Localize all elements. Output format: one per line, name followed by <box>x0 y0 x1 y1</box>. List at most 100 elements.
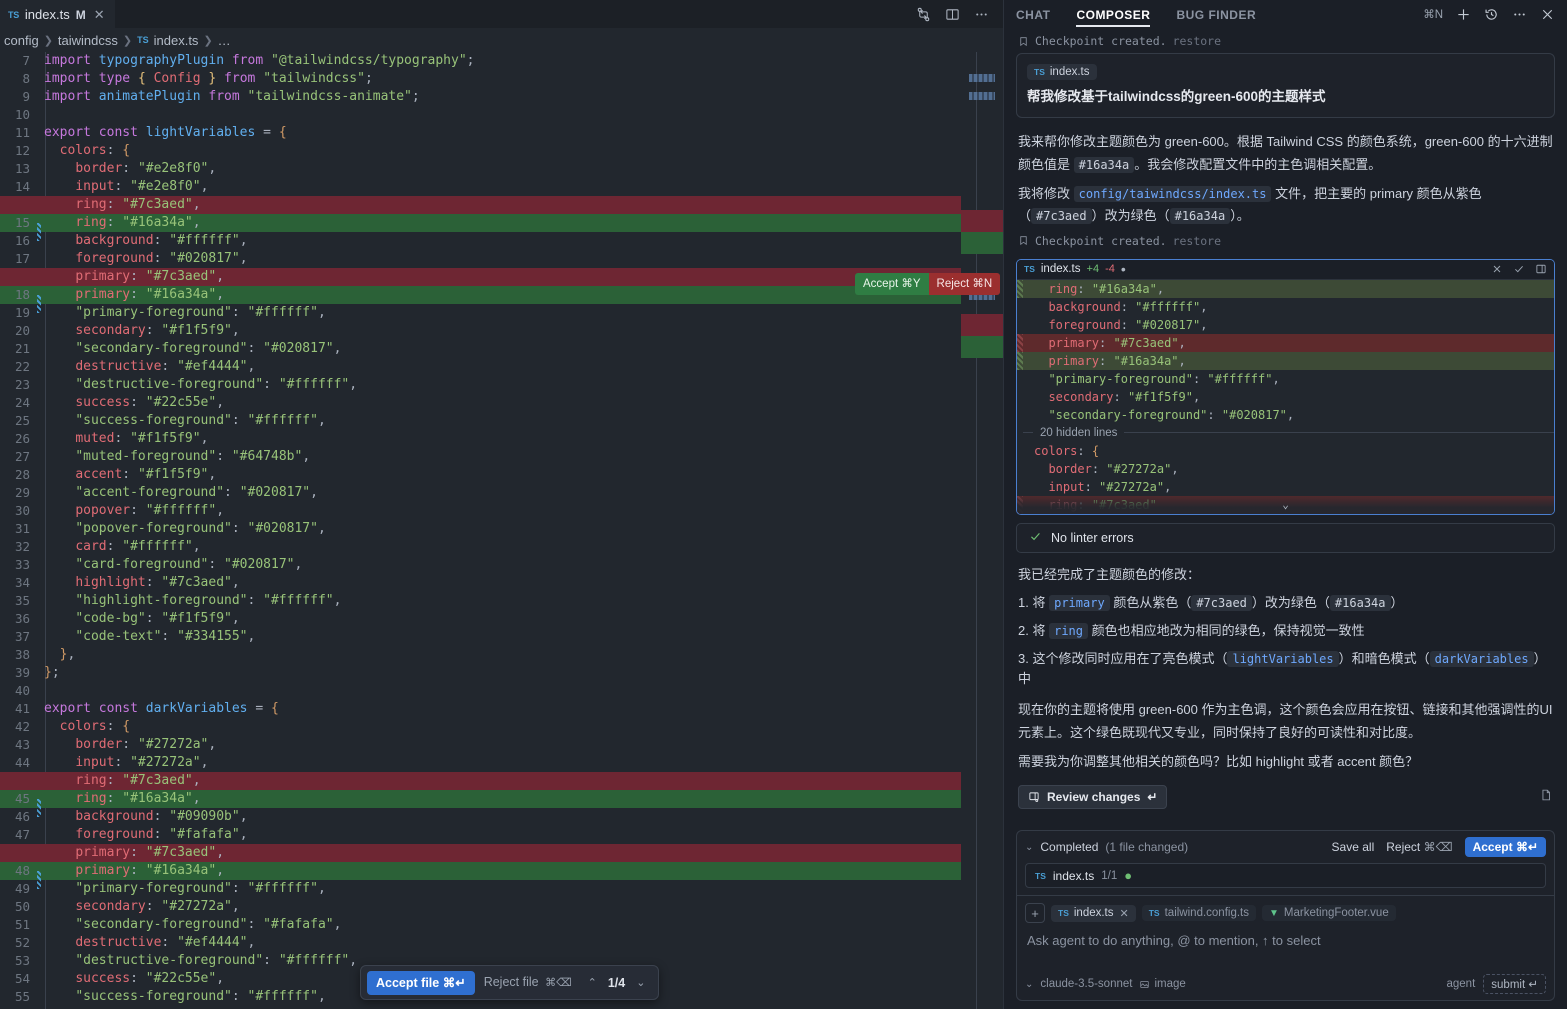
inline-code-hex-new: #16a34a <box>1329 595 1391 612</box>
agent-mode-label[interactable]: agent <box>1447 978 1476 990</box>
accept-file-button[interactable]: Accept file ⌘↵ <box>367 970 475 995</box>
editor-tab-index-ts[interactable]: TS index.ts M ✕ <box>0 0 115 28</box>
list-number: 3. <box>1018 650 1029 666</box>
close-icon[interactable]: ✕ <box>1120 907 1129 920</box>
line-number: 48 <box>14 863 30 878</box>
line-number: 11 <box>14 125 30 140</box>
code-line: 50 secondary: "#27272a", <box>0 898 1003 916</box>
assistant-text: ）。 <box>1230 208 1250 224</box>
hidden-lines-divider[interactable]: 20 hidden lines <box>1017 424 1554 442</box>
chip-label: index.ts <box>1073 907 1114 919</box>
reject-button[interactable]: Reject ⌘⌫ <box>1386 840 1452 854</box>
breadcrumb-item-more[interactable]: … <box>218 33 231 48</box>
context-chip-marketing-footer[interactable]: ▼ MarketingFooter.vue <box>1261 905 1396 921</box>
tab-composer[interactable]: COMPOSER <box>1076 2 1151 27</box>
line-number: 39 <box>14 665 30 680</box>
diff-lines[interactable]: ring: "#16a34a", background: "#ffffff", … <box>1017 279 1554 514</box>
diff-text: secondary: "#f1f5f9", <box>1048 389 1201 404</box>
copy-icon[interactable] <box>1539 788 1553 807</box>
code-line: primary: "#7c3aed", <box>0 844 1003 862</box>
check-icon[interactable] <box>1513 263 1525 275</box>
code-text: "secondary-foreground": "#020817", <box>75 341 342 356</box>
close-panel-icon[interactable] <box>1540 7 1555 22</box>
code-text: }; <box>44 665 60 680</box>
next-change-icon[interactable]: ⌄ <box>629 974 652 992</box>
code-editor[interactable]: 7 import typographyPlugin from "@tailwind… <box>0 52 1003 1009</box>
line-number: 37 <box>14 629 30 644</box>
assistant-text: ）改为绿色（ <box>1091 208 1170 224</box>
code-line: 49 "primary-foreground": "#ffffff", <box>0 880 1003 898</box>
inline-code-path[interactable]: config/taiwindcss/index.ts <box>1073 185 1272 202</box>
review-changes-button[interactable]: Review changes ↵ <box>1018 785 1168 810</box>
more-options-icon[interactable] <box>1512 7 1527 22</box>
summary-heading: 我已经完成了主题颜色的修改： <box>1018 566 1201 582</box>
minimap-block <box>969 92 995 100</box>
message-file-chip[interactable]: TS index.ts <box>1027 64 1097 80</box>
vue-file-icon: ▼ <box>1268 907 1279 919</box>
code-text: export const lightVariables = { <box>44 125 287 140</box>
checkpoint-1: Checkpoint created. restore <box>1016 28 1555 53</box>
breadcrumb-item-config[interactable]: config <box>4 33 39 48</box>
code-line: 31 "popover-foreground": "#020817", <box>0 520 1003 538</box>
split-diff-icon[interactable] <box>916 7 931 22</box>
image-attach-button[interactable]: image <box>1139 978 1186 990</box>
line-number: 9 <box>22 89 30 104</box>
breadcrumb-item-file[interactable]: index.ts <box>154 33 199 48</box>
code-text: input: "#e2e8f0", <box>75 179 209 194</box>
more-actions-icon[interactable] <box>974 7 989 22</box>
minimap[interactable] <box>961 52 1003 1009</box>
open-diff-icon[interactable] <box>1535 263 1547 275</box>
code-lines: 7 import typographyPlugin from "@tailwind… <box>0 52 1003 1006</box>
code-line: 11 export const lightVariables = { <box>0 124 1003 142</box>
save-all-button[interactable]: Save all <box>1332 840 1375 854</box>
model-selector[interactable]: claude-3.5-sonnet <box>1040 978 1132 990</box>
reject-file-button[interactable]: Reject file ⌘⌫ <box>475 970 581 995</box>
close-icon[interactable] <box>1491 263 1503 275</box>
minimap-added-marker <box>961 232 1003 254</box>
ts-file-icon: TS <box>137 35 149 45</box>
tab-chat[interactable]: CHAT <box>1016 2 1050 27</box>
add-context-button[interactable]: + <box>1025 903 1045 923</box>
inline-accept-button[interactable]: Accept ⌘Y <box>855 273 929 295</box>
code-line: 21 "secondary-foreground": "#020817", <box>0 340 1003 358</box>
chip-label: MarketingFooter.vue <box>1283 907 1389 919</box>
diff-gutter <box>1023 442 1031 460</box>
plus-icon[interactable] <box>1456 7 1471 22</box>
tab-bug-finder[interactable]: BUG FINDER <box>1176 2 1256 27</box>
dirty-indicator: M <box>75 7 86 22</box>
submit-button[interactable]: submit ↵ <box>1483 974 1546 994</box>
restore-link[interactable]: restore <box>1173 34 1221 48</box>
tab-label: index.ts <box>24 7 70 22</box>
prev-change-icon[interactable]: ⌃ <box>581 974 604 992</box>
close-icon[interactable]: ✕ <box>94 7 105 23</box>
breadcrumb-item-taiwindcss[interactable]: taiwindcss <box>58 33 118 48</box>
line-number: 35 <box>14 593 30 608</box>
inline-reject-button[interactable]: Reject ⌘N <box>928 273 1001 295</box>
line-number: 31 <box>14 521 30 536</box>
changed-file-fraction: 1/1 <box>1101 869 1118 882</box>
inline-code-hex-old: #7c3aed <box>1191 595 1252 612</box>
composer-footer-right: agent submit ↵ <box>1447 974 1546 994</box>
changed-file-row[interactable]: TS index.ts 1/1 ● <box>1025 863 1546 888</box>
accept-button[interactable]: Accept ⌘↵ <box>1464 837 1546 857</box>
chevron-down-icon[interactable]: ⌄ <box>1025 842 1033 853</box>
split-editor-icon[interactable] <box>945 7 960 22</box>
code-line: 8 import type { Config } from "tailwindcs… <box>0 70 1003 88</box>
review-changes-label: Review changes <box>1047 790 1141 805</box>
code-text: destructive: "#ef4444", <box>75 935 256 950</box>
chevron-right-icon: ❯ <box>43 34 53 47</box>
prompt-placeholder[interactable]: Ask agent to do anything, @ to mention, … <box>1025 923 1546 974</box>
expand-diff-button[interactable]: ⌄ <box>1017 491 1554 514</box>
chevron-down-icon[interactable]: ⌄ <box>1025 979 1033 990</box>
inline-code-old-color: #7c3aed <box>1031 208 1092 225</box>
restore-link[interactable]: restore <box>1173 234 1221 248</box>
context-chip-tailwind-config[interactable]: TS tailwind.config.ts <box>1141 905 1256 921</box>
minimap-deleted-marker <box>961 314 1003 336</box>
user-message-text: 帮我修改基于tailwindcss的green-600的主题样式 <box>1027 89 1326 104</box>
code-text: input: "#27272a", <box>75 755 209 770</box>
context-chip-index-ts[interactable]: TS index.ts ✕ <box>1051 904 1136 922</box>
line-number: 19 <box>14 305 30 320</box>
prompt-input-card[interactable]: + TS index.ts ✕ TS tailwind.config.ts ▼ … <box>1016 896 1555 1001</box>
list-text: ）改为绿色（ <box>1251 595 1330 611</box>
history-icon[interactable] <box>1484 7 1499 22</box>
